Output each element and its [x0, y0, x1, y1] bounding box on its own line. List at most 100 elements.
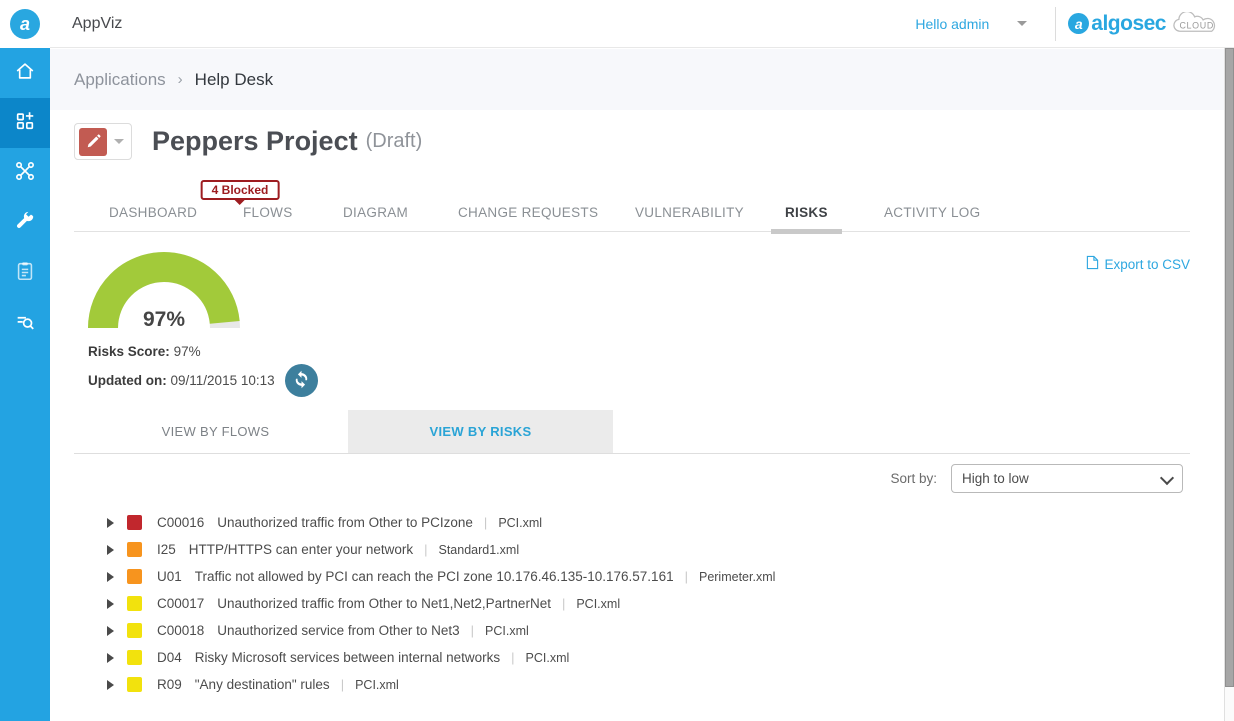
risk-separator: | — [484, 515, 487, 530]
sidebar-item-search[interactable] — [0, 298, 50, 348]
export-to-csv-link[interactable]: Export to CSV — [1086, 255, 1190, 273]
risk-code: C00017 — [157, 596, 204, 611]
severity-square — [127, 650, 142, 665]
tab-activity-log[interactable]: ACTIVITY LOG — [884, 205, 980, 220]
blocked-badge: 4 Blocked — [201, 180, 280, 200]
tab-bar: 4 Blocked DASHBOARD FLOWS DIAGRAM CHANGE… — [74, 178, 1190, 232]
risk-code: I25 — [157, 542, 176, 557]
expand-arrow-icon[interactable] — [107, 653, 114, 663]
gauge-value: 97% — [143, 308, 185, 332]
severity-square — [127, 623, 142, 638]
risk-separator: | — [341, 677, 344, 692]
applications-icon — [14, 110, 36, 137]
severity-square — [127, 542, 142, 557]
risk-title: HTTP/HTTPS can enter your network — [189, 542, 413, 557]
expand-arrow-icon[interactable] — [107, 626, 114, 636]
tab-view-by-risks[interactable]: VIEW BY RISKS — [348, 410, 613, 453]
risk-code: R09 — [157, 677, 182, 692]
pencil-icon — [79, 128, 107, 156]
main-content: Peppers Project (Draft) 4 Blocked DASHBO… — [50, 110, 1224, 721]
risk-separator: | — [471, 623, 474, 638]
risk-file: Perimeter.xml — [699, 570, 775, 584]
network-icon — [14, 160, 36, 187]
tab-risks[interactable]: RISKS — [785, 205, 828, 220]
risk-separator: | — [511, 650, 514, 665]
home-icon — [14, 60, 36, 87]
sidebar-item-network[interactable] — [0, 148, 50, 198]
view-tab-bar: VIEW BY FLOWS VIEW BY RISKS — [74, 410, 1190, 454]
risk-row[interactable]: D04 Risky Microsoft services between int… — [50, 644, 1224, 671]
severity-square — [127, 677, 142, 692]
breadcrumb: Applications › Help Desk — [50, 49, 1224, 110]
risk-row[interactable]: U01 Traffic not allowed by PCI can reach… — [50, 563, 1224, 590]
sidebar-item-clipboard[interactable] — [0, 248, 50, 298]
risk-row[interactable]: C00018 Unauthorized service from Other t… — [50, 617, 1224, 644]
chevron-down-icon[interactable] — [1017, 21, 1027, 26]
header: AppViz Hello admin a algosec CLOUD — [50, 0, 1234, 48]
risk-separator: | — [685, 569, 688, 584]
risk-code: C00018 — [157, 623, 204, 638]
cloud-icon: CLOUD — [1168, 12, 1224, 36]
sort-select[interactable]: High to low — [951, 464, 1183, 493]
severity-square — [127, 596, 142, 611]
risk-code: C00016 — [157, 515, 204, 530]
chevron-down-icon — [114, 139, 124, 144]
refresh-button[interactable] — [285, 364, 318, 397]
appviz-logo-icon: a — [10, 9, 40, 39]
risk-code: D04 — [157, 650, 182, 665]
updated-line: Updated on: 09/11/2015 10:13 — [88, 364, 348, 397]
risks-score-line: Risks Score: 97% — [88, 344, 348, 359]
risk-code: U01 — [157, 569, 182, 584]
brand-suffix: CLOUD — [1179, 20, 1214, 30]
scrollbar-thumb[interactable] — [1225, 48, 1234, 687]
sidebar-item-tools[interactable] — [0, 198, 50, 248]
sort-controls: Sort by: High to low — [890, 464, 1183, 493]
risk-row[interactable]: R09 "Any destination" rules | PCI.xml — [50, 671, 1224, 698]
tab-dashboard[interactable]: DASHBOARD — [109, 205, 197, 220]
severity-square — [127, 515, 142, 530]
edit-project-button[interactable] — [74, 123, 132, 160]
wrench-icon — [14, 210, 36, 237]
vertical-scrollbar — [1224, 48, 1234, 721]
risk-row[interactable]: C00016 Unauthorized traffic from Other t… — [50, 509, 1224, 536]
appviz-logo: a — [0, 0, 50, 48]
risk-file: PCI.xml — [498, 516, 542, 530]
expand-arrow-icon[interactable] — [107, 518, 114, 528]
algosec-logo-icon: a — [1068, 13, 1089, 34]
expand-arrow-icon[interactable] — [107, 680, 114, 690]
risk-row[interactable]: I25 HTTP/HTTPS can enter your network | … — [50, 536, 1224, 563]
tab-view-by-flows[interactable]: VIEW BY FLOWS — [83, 410, 348, 453]
user-menu[interactable]: Hello admin — [915, 16, 989, 32]
tab-diagram[interactable]: DIAGRAM — [343, 205, 408, 220]
risk-title: Traffic not allowed by PCI can reach the… — [195, 569, 674, 584]
breadcrumb-applications[interactable]: Applications — [74, 70, 166, 90]
risk-title: Unauthorized service from Other to Net3 — [217, 623, 459, 638]
risk-list: C00016 Unauthorized traffic from Other t… — [50, 509, 1224, 698]
tab-flows[interactable]: FLOWS — [243, 205, 293, 220]
expand-arrow-icon[interactable] — [107, 572, 114, 582]
tab-vulnerability[interactable]: VULNERABILITY — [635, 205, 744, 220]
csv-file-icon — [1086, 255, 1104, 273]
app-title: AppViz — [72, 15, 122, 33]
page-status: (Draft) — [366, 130, 423, 153]
risk-separator: | — [424, 542, 427, 557]
risk-title: Unauthorized traffic from Other to PCIzo… — [217, 515, 473, 530]
risk-row[interactable]: C00017 Unauthorized traffic from Other t… — [50, 590, 1224, 617]
brand-name: algosec — [1091, 12, 1166, 36]
risk-title: "Any destination" rules — [195, 677, 330, 692]
sidebar-item-applications[interactable] — [0, 98, 50, 148]
page-title: Peppers Project — [152, 126, 358, 157]
expand-arrow-icon[interactable] — [107, 545, 114, 555]
sort-by-label: Sort by: — [890, 471, 937, 486]
risk-title: Risky Microsoft services between interna… — [195, 650, 500, 665]
breadcrumb-current: Help Desk — [195, 70, 273, 90]
tab-change-requests[interactable]: CHANGE REQUESTS — [458, 205, 598, 220]
expand-arrow-icon[interactable] — [107, 599, 114, 609]
sidebar-item-home[interactable] — [0, 48, 50, 98]
breadcrumb-separator: › — [178, 71, 183, 88]
risk-separator: | — [562, 596, 565, 611]
refresh-icon — [292, 370, 311, 392]
risk-file: PCI.xml — [526, 651, 570, 665]
clipboard-icon — [14, 260, 36, 287]
algosec-logo: a algosec CLOUD — [1056, 12, 1234, 36]
